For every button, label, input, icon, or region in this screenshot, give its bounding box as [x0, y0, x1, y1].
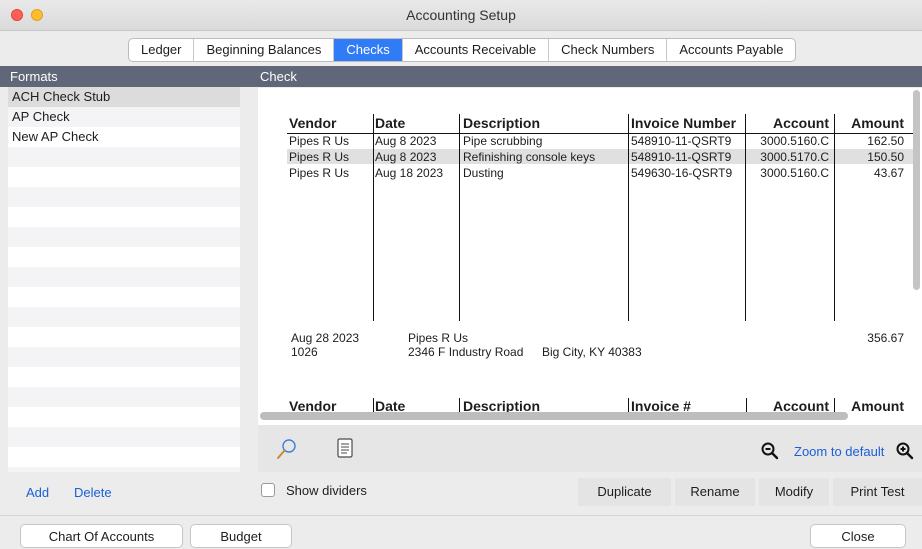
col-header-description: Description	[463, 115, 541, 131]
empty-row	[8, 187, 240, 207]
check-header-label: Check	[260, 69, 297, 84]
cell-vendor: Pipes R Us	[289, 166, 350, 180]
cell-description: Pipe scrubbing	[463, 134, 543, 148]
cell-amount: 43.67	[873, 166, 904, 180]
cell-description: Dusting	[463, 166, 504, 180]
empty-row	[8, 207, 240, 227]
preview-horizontal-scrollbar[interactable]	[260, 412, 848, 420]
tab-check-numbers[interactable]: Check Numbers	[549, 39, 668, 61]
tab-accounts-receivable[interactable]: Accounts Receivable	[403, 39, 550, 61]
tab-beginning-balances[interactable]: Beginning Balances	[194, 39, 335, 61]
duplicate-button[interactable]: Duplicate	[578, 478, 671, 506]
empty-row	[8, 447, 240, 467]
empty-row	[8, 347, 240, 367]
tab-checks[interactable]: Checks	[334, 39, 403, 61]
divider	[0, 515, 922, 516]
empty-row	[8, 147, 240, 167]
empty-row	[8, 367, 240, 387]
empty-row	[8, 407, 240, 427]
list-item-ap-check[interactable]: AP Check	[8, 107, 240, 127]
show-dividers-label: Show dividers	[286, 483, 367, 498]
cell-account: 3000.5160.C	[760, 166, 829, 180]
column-divider	[834, 114, 835, 321]
list-item-new-ap-check[interactable]: New AP Check	[8, 127, 240, 147]
cell-amount: 162.50	[867, 134, 904, 148]
document-icon[interactable]	[337, 438, 353, 458]
check-city: Big City, KY 40383	[542, 345, 642, 359]
title-bar: Accounting Setup	[0, 0, 922, 31]
col-header-vendor: Vendor	[289, 115, 337, 131]
empty-row	[8, 227, 240, 247]
check-address: 2346 F Industry Road	[408, 345, 524, 359]
col-header-account: Account	[773, 115, 829, 131]
col-header-amount: Amount	[851, 115, 904, 131]
formats-header-label: Formats	[10, 69, 58, 84]
print-test-button[interactable]: Print Test	[833, 478, 922, 506]
check-header: Check	[250, 66, 922, 87]
add-format-link[interactable]: Add	[26, 485, 49, 500]
window-title: Accounting Setup	[406, 7, 516, 23]
budget-button[interactable]: Budget	[190, 524, 292, 548]
check-amount: 356.67	[867, 331, 904, 345]
cell-date: Aug 18 2023	[375, 166, 444, 180]
check-preview: Vendor Date Description Invoice Number A…	[258, 88, 922, 425]
zoom-to-default-link[interactable]: Zoom to default	[794, 444, 884, 459]
cell-vendor: Pipes R Us	[289, 150, 350, 164]
chart-of-accounts-button[interactable]: Chart Of Accounts	[20, 524, 183, 548]
column-divider	[373, 114, 374, 321]
cell-description: Refinishing console keys	[463, 150, 596, 164]
tab-accounts-payable[interactable]: Accounts Payable	[667, 39, 795, 61]
cell-invoice: 549630-16-QSRT9	[631, 166, 733, 180]
cell-invoice: 548910-11-QSRT9	[631, 150, 732, 164]
empty-row	[8, 287, 240, 307]
magnifier-icon[interactable]	[276, 438, 298, 460]
empty-row	[8, 387, 240, 407]
preview-toolbar: Zoom to default	[258, 425, 922, 472]
empty-row	[8, 307, 240, 327]
zoom-in-icon[interactable]	[896, 442, 914, 460]
formats-list: ACH Check Stub AP Check New AP Check	[8, 87, 240, 472]
empty-row	[8, 167, 240, 187]
close-button[interactable]: Close	[810, 524, 906, 548]
show-dividers-checkbox[interactable]	[261, 483, 275, 497]
zoom-out-icon[interactable]	[761, 442, 779, 460]
check-number: 1026	[291, 345, 318, 359]
formats-scrollbar-track[interactable]	[240, 87, 250, 472]
col-header-date: Date	[375, 115, 406, 131]
cell-amount: 150.50	[867, 150, 904, 164]
col-header-amount-2: Amount	[851, 398, 904, 414]
tab-ledger[interactable]: Ledger	[129, 39, 195, 61]
col-header-invoice-number: Invoice Number	[631, 115, 737, 131]
rename-button[interactable]: Rename	[675, 478, 755, 506]
empty-row	[8, 247, 240, 267]
empty-row	[8, 467, 240, 472]
preview-vertical-scrollbar[interactable]	[913, 90, 920, 290]
cell-date: Aug 8 2023	[375, 134, 437, 148]
delete-format-link[interactable]: Delete	[74, 485, 112, 500]
column-divider	[628, 114, 629, 321]
formats-header: Formats	[0, 66, 250, 87]
cell-vendor: Pipes R Us	[289, 134, 350, 148]
cell-date: Aug 8 2023	[375, 150, 437, 164]
cell-invoice: 548910-11-QSRT9	[631, 134, 732, 148]
empty-row	[8, 427, 240, 447]
cell-account: 3000.5160.C	[760, 134, 829, 148]
tab-bar: Ledger Beginning Balances Checks Account…	[128, 38, 797, 62]
empty-row	[8, 327, 240, 347]
cell-account: 3000.5170.C	[760, 150, 829, 164]
modify-button[interactable]: Modify	[759, 478, 829, 506]
column-divider	[459, 114, 460, 321]
list-item-ach-check-stub[interactable]: ACH Check Stub	[8, 87, 240, 107]
empty-row	[8, 267, 240, 287]
